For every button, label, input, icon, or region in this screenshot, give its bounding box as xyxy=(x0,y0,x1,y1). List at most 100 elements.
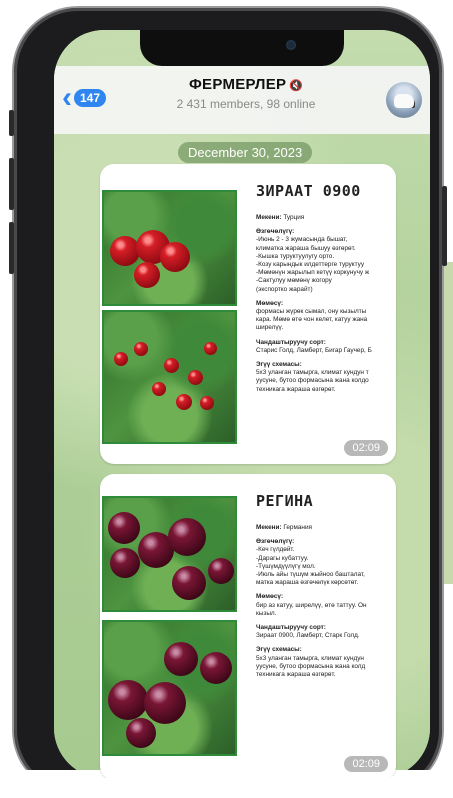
message-time: 02:09 xyxy=(344,440,388,456)
description-label: Эгүү схемасы: xyxy=(256,361,302,369)
description-line: Чандаштыруучу сорт: xyxy=(256,624,396,632)
camera-icon xyxy=(286,40,296,50)
volume-down-button xyxy=(9,222,14,274)
description-label: Чандаштыруучу сорт: xyxy=(256,338,326,346)
description-text: уусуне, бутоо формасына жана колдо xyxy=(256,377,369,385)
description-line: кызыл. xyxy=(256,610,396,618)
cow-icon xyxy=(394,94,414,108)
description-text: -Түшүмдүүлүгү мол. xyxy=(256,562,316,570)
description-line: уусуне, бутоо формасына жана колдо xyxy=(256,377,396,385)
description-text: -Июнь 2 - 3 жумасында бышат, xyxy=(256,236,348,244)
mute-icon: 🔇 xyxy=(289,80,304,92)
cherry-photo[interactable] xyxy=(102,310,237,444)
power-button xyxy=(442,186,447,266)
description-line: Мекени: Германия xyxy=(256,524,396,532)
description-text: матка жараша өзгөчөлүк көрсөтөт. xyxy=(256,579,359,587)
description-text: уусуне, бутоо формасына жана колд xyxy=(256,662,366,670)
description-text: Зираат 0900, Ламберт, Старк Голд. xyxy=(256,632,360,640)
chevron-left-icon: ‹ xyxy=(62,81,72,114)
description-text: -Дарагы кубаттуу. xyxy=(256,554,309,562)
description-line: техникага жараша өзгөрөт. xyxy=(256,386,396,394)
description-text: -Июль айы түшүм жыйноо башталат, xyxy=(256,571,365,579)
chat-subtitle: 2 431 members, 98 online xyxy=(176,97,316,111)
chat-avatar[interactable] xyxy=(386,82,422,118)
description-label: Өзгөчөлүгү: xyxy=(256,228,295,236)
description-line: -Кышка туруктуулугу орто. xyxy=(256,253,396,261)
description-text: -Кышка туруктуулугу орто. xyxy=(256,252,335,260)
description-text: ширелүү. xyxy=(256,324,284,332)
description-line: кара. Мөмө өтө чон келет, катуу жана xyxy=(256,316,396,324)
date-separator: December 30, 2023 xyxy=(178,142,313,163)
description-line: Чандаштыруучу сорт: xyxy=(256,339,396,347)
message-card[interactable]: РЕГИНА Мекени: Германия Өзгөчөлүгү: -Кеч г… xyxy=(100,474,396,778)
description-text: -Козу карындык илдеттерге туруктуу xyxy=(256,261,365,269)
description-label: Мөмөсү: xyxy=(256,299,284,307)
description-text: кара. Мөмө өтө чон келет, катуу жана xyxy=(256,316,368,324)
description-line: Эгүү схемасы: xyxy=(256,646,396,654)
description-line: уусуне, бутоо формасына жана колд xyxy=(256,663,396,671)
description-line: Эгүү схемасы: xyxy=(256,361,396,369)
message-text: ЗИРААТ 0900 Мекени: Турция Өзгөчөлүгү: -Ию… xyxy=(256,182,396,394)
description-text: (экспортко жарайт) xyxy=(256,285,313,293)
description-line: -Дарагы кубаттуу. xyxy=(256,555,396,563)
mute-switch xyxy=(9,110,14,136)
description-label: Чандаштыруучу сорт: xyxy=(256,624,326,632)
description-text: -Сактулуу мөмөнү жогору xyxy=(256,277,332,285)
description-line: Мөмөсү: xyxy=(256,593,396,601)
description-text: Турция xyxy=(281,214,305,221)
description-line: -Июнь 2 - 3 жумасында бышат, xyxy=(256,236,396,244)
description-line: 5х3 уланган тамырга, климат кундун т xyxy=(256,369,396,377)
description-label: Мекени: xyxy=(256,214,282,221)
description-label: Мекени: xyxy=(256,524,282,531)
description-line: Өзгөчөлүгү: xyxy=(256,228,396,236)
description-label: Өзгөчөлүгү: xyxy=(256,538,295,546)
description-line: ширелүү. xyxy=(256,324,396,332)
description-text: 5х3 уланган тамырга, климат кундун т xyxy=(256,369,369,377)
description-line: -Түшүмдүүлүгү мол. xyxy=(256,563,396,571)
description-line: Мекени: Турция xyxy=(256,214,396,222)
unread-count-badge: 147 xyxy=(74,89,107,107)
description-text: бир аз катуу, ширелүү, өтө таттуу. Он xyxy=(256,601,367,609)
message-card[interactable]: ЗИРААТ 0900 Мекени: Турция Өзгөчөлүгү: -Ию… xyxy=(100,164,396,464)
message-text: РЕГИНА Мекени: Германия Өзгөчөлүгү: -Кеч г… xyxy=(256,492,396,679)
description-line: -Июль айы түшүм жыйноо башталат, xyxy=(256,571,396,579)
screen: ‹ 147 ФЕРМЕРЛЕР 🔇 2 431 members, 98 onlin… xyxy=(54,30,430,778)
description-text: формасы жүрөк сымал, ону кызылты xyxy=(256,308,367,316)
description-text: Германия xyxy=(281,524,312,531)
description-label: Мөмөсү: xyxy=(256,593,284,601)
cherry-photo[interactable] xyxy=(102,190,237,306)
description-text: -Кеч гүлдөйт. xyxy=(256,546,295,554)
description-line: Зираат 0900, Ламберт, Старк Голд. xyxy=(256,632,396,640)
description-line: матка жараша өзгөчөлүк көрсөтөт. xyxy=(256,579,396,587)
description-line: Мөмөсү: xyxy=(256,300,396,308)
description-text: Старис Голд, Ламберт, Бигар Гаучер, Б xyxy=(256,346,372,354)
description-text: техникага жараша өзгөрөт. xyxy=(256,671,336,679)
description-line: 5х3 уланган тамырга, климат кундун xyxy=(256,655,396,663)
description-line: Өзгөчөлүгү: xyxy=(256,538,396,546)
description-line: бир аз катуу, ширелүү, өтө таттуу. Он xyxy=(256,602,396,610)
description-line: климатка жараша бышуу өзгөрөт. xyxy=(256,245,396,253)
description-line: -Козу карындык илдеттерге туруктуу xyxy=(256,261,396,269)
cherry-photo[interactable] xyxy=(102,496,237,612)
variety-name: РЕГИНА xyxy=(256,492,314,510)
description-line: формасы жүрөк сымал, ону кызылты xyxy=(256,308,396,316)
phone-frame: ‹ 147 ФЕРМЕРЛЕР 🔇 2 431 members, 98 onlin… xyxy=(9,8,447,794)
message-time: 02:09 xyxy=(344,756,388,772)
variety-name: ЗИРААТ 0900 xyxy=(256,182,361,200)
description-text: кызыл. xyxy=(256,609,277,617)
cherry-photo[interactable] xyxy=(102,620,237,756)
description-text: климатка жараша бышуу өзгөрөт. xyxy=(256,244,356,252)
back-button[interactable]: ‹ 147 xyxy=(62,81,107,114)
description-text: -Мөмөнүн жарылып кетүү коркунучу ж xyxy=(256,269,370,277)
description-text: техникага жараша өзгөрөт. xyxy=(256,385,336,393)
chat-header: ‹ 147 ФЕРМЕРЛЕР 🔇 2 431 members, 98 onlin… xyxy=(54,66,430,134)
notch xyxy=(140,30,344,66)
volume-up-button xyxy=(9,158,14,210)
description-line: -Мөмөнүн жарылып кетүү коркунучу ж xyxy=(256,269,396,277)
description-line: -Сактулуу мөмөнү жогору xyxy=(256,277,396,285)
chat-title-block[interactable]: ФЕРМЕРЛЕР 🔇 2 431 members, 98 online xyxy=(146,76,346,111)
chat-title: ФЕРМЕРЛЕР xyxy=(188,76,287,93)
description-line: Старис Голд, Ламберт, Бигар Гаучер, Б xyxy=(256,347,396,355)
description-text: 5х3 уланган тамырга, климат кундун xyxy=(256,654,364,662)
description-line: техникага жараша өзгөрөт. xyxy=(256,671,396,679)
